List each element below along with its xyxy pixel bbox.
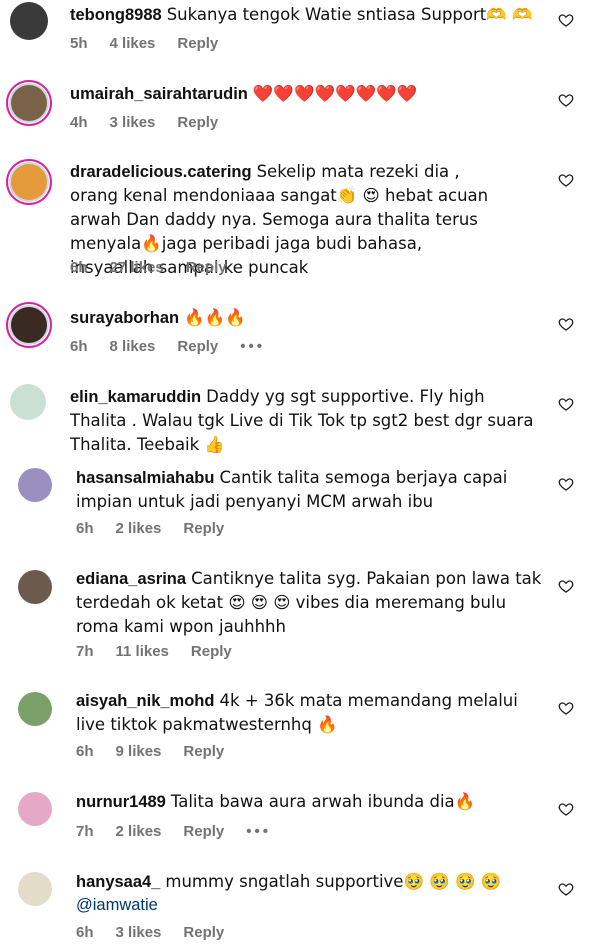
more-dots-icon[interactable]: ••• — [240, 338, 265, 355]
timestamp: 6h — [76, 520, 94, 537]
heart-outline-icon[interactable] — [558, 476, 574, 492]
heart-outline-icon[interactable] — [558, 12, 574, 28]
username[interactable]: elin_kamaruddin — [70, 388, 201, 406]
avatar[interactable] — [6, 302, 52, 348]
more-dots-icon[interactable]: ••• — [246, 823, 271, 840]
username[interactable]: aisyah_nik_mohd — [76, 692, 214, 710]
reply-button[interactable]: Reply — [183, 924, 224, 941]
comment-meta: 6h 3 likes Reply — [76, 924, 224, 941]
username[interactable]: hasansalmiahabu — [76, 469, 214, 487]
comment-meta: 6h 8 likes Reply ••• — [70, 338, 265, 355]
username[interactable]: surayaborhan — [70, 309, 179, 327]
username[interactable]: ediana_asrina — [76, 570, 186, 588]
comment-text: umairah_sairahtarudin ❤️❤️❤️❤️❤️❤️❤️❤️ — [70, 82, 540, 106]
timestamp: 6h — [76, 924, 94, 941]
likes-count[interactable]: 3 likes — [116, 924, 162, 941]
heart-outline-icon[interactable] — [558, 801, 574, 817]
avatar[interactable] — [6, 159, 52, 205]
likes-count[interactable]: 4 likes — [110, 35, 156, 52]
username[interactable]: draradelicious.catering — [70, 163, 252, 181]
username[interactable]: hanysaa4_ — [76, 873, 160, 891]
username[interactable]: tebong8988 — [70, 6, 162, 24]
avatar[interactable] — [18, 872, 52, 906]
avatar[interactable] — [18, 468, 52, 502]
heart-outline-icon[interactable] — [558, 700, 574, 716]
comment-meta: 6h 2 likes Reply — [76, 520, 224, 537]
comment-text: elin_kamaruddin Daddy yg sgt supportive. … — [70, 385, 540, 457]
likes-count[interactable]: 8 likes — [110, 338, 156, 355]
likes-count[interactable]: 3 likes — [110, 114, 156, 131]
comment-body: Talita bawa aura arwah ibunda dia🔥 — [170, 792, 476, 811]
avatar[interactable] — [10, 2, 48, 40]
heart-outline-icon[interactable] — [558, 578, 574, 594]
heart-outline-icon[interactable] — [558, 881, 574, 897]
likes-count[interactable]: 2 likes — [116, 520, 162, 537]
reply-button[interactable]: Reply — [186, 259, 227, 276]
mention-link[interactable]: @iamwatie — [76, 896, 158, 914]
timestamp: 7h — [76, 823, 94, 840]
reply-button[interactable]: Reply — [177, 35, 218, 52]
comment-meta: 7h 2 likes Reply ••• — [76, 823, 271, 840]
reply-button[interactable]: Reply — [177, 114, 218, 131]
reply-button[interactable]: Reply — [183, 823, 224, 840]
comment-body: ❤️❤️❤️❤️❤️❤️❤️❤️ — [252, 84, 418, 103]
comment-body: 🔥🔥🔥 — [184, 308, 246, 327]
likes-count[interactable]: 9 likes — [116, 743, 162, 760]
heart-outline-icon[interactable] — [558, 316, 574, 332]
timestamp: 6h — [70, 338, 88, 355]
likes-count[interactable]: 27 likes — [110, 259, 164, 276]
timestamp: 6h — [76, 743, 94, 760]
comment-meta: 7h 11 likes Reply — [76, 643, 232, 660]
comment-text: hasansalmiahabu Cantik talita semoga berj… — [76, 466, 546, 514]
avatar[interactable] — [18, 692, 52, 726]
comment-text: surayaborhan 🔥🔥🔥 — [70, 306, 540, 330]
timestamp: 4h — [70, 114, 88, 131]
comment-meta: 4h 3 likes Reply — [70, 114, 218, 131]
avatar[interactable] — [18, 570, 52, 604]
comment-text: ediana_asrina Cantiknye talita syg. Pakai… — [76, 567, 546, 639]
comment-body: mummy sngatlah supportive🥹 🥹 🥹 🥹 — [165, 872, 502, 891]
reply-button[interactable]: Reply — [191, 643, 232, 660]
comment-text: nurnur1489 Talita bawa aura arwah ibunda … — [76, 790, 546, 814]
timestamp: 7h — [76, 643, 94, 660]
avatar[interactable] — [18, 792, 52, 826]
username[interactable]: umairah_sairahtarudin — [70, 85, 248, 103]
heart-outline-icon[interactable] — [558, 92, 574, 108]
heart-outline-icon[interactable] — [558, 172, 574, 188]
reply-button[interactable]: Reply — [183, 520, 224, 537]
timestamp: 6h — [70, 259, 88, 276]
username[interactable]: nurnur1489 — [76, 793, 166, 811]
reply-button[interactable]: Reply — [177, 338, 218, 355]
likes-count[interactable]: 11 likes — [116, 643, 169, 660]
heart-outline-icon[interactable] — [558, 396, 574, 412]
comment-text: tebong8988 Sukanya tengok Watie sntiasa S… — [70, 3, 540, 27]
comment-text: aisyah_nik_mohd 4k + 36k mata memandang m… — [76, 689, 546, 737]
avatar[interactable] — [6, 80, 52, 126]
avatar[interactable] — [10, 384, 46, 420]
likes-count[interactable]: 2 likes — [116, 823, 162, 840]
reply-button[interactable]: Reply — [183, 743, 224, 760]
comment-body: Sukanya tengok Watie sntiasa Support🫶 🫶 — [166, 5, 533, 24]
comment-meta: 6h 9 likes Reply — [76, 743, 224, 760]
timestamp: 5h — [70, 35, 88, 52]
comment-meta: 6h 27 likes Reply — [70, 259, 227, 276]
comment-text: hanysaa4_ mummy sngatlah supportive🥹 🥹 🥹 … — [76, 870, 546, 917]
comment-meta: 5h 4 likes Reply — [70, 35, 218, 52]
